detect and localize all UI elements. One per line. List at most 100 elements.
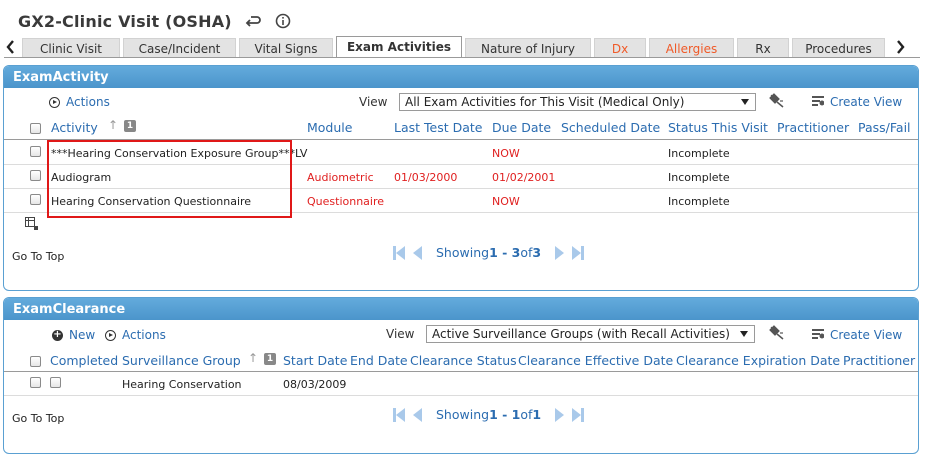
plus-icon: + bbox=[52, 329, 63, 341]
exam-activity-view-value: All Exam Activities for This Visit (Medi… bbox=[405, 95, 685, 109]
exam-activity-actions-button[interactable]: Actions bbox=[49, 93, 110, 111]
col-scheduled-date[interactable]: Scheduled Date bbox=[561, 120, 660, 135]
col-clearance-effective-date[interactable]: Clearance Effective Date bbox=[518, 353, 673, 368]
tab-nature-of-injury[interactable]: Nature of Injury bbox=[465, 38, 591, 58]
exam-activity-actions-label: Actions bbox=[66, 95, 110, 109]
exam-clearance-create-view-button[interactable]: Create View bbox=[812, 326, 902, 344]
row-status: Incomplete bbox=[668, 195, 730, 208]
pager-prefix: Showing bbox=[436, 407, 490, 422]
next-page-icon[interactable] bbox=[555, 407, 565, 422]
exam-activity-pager: Showing 1 - 3 of 3 bbox=[393, 245, 585, 260]
filter-pin-icon[interactable] bbox=[768, 92, 786, 113]
pager-prefix: Showing bbox=[436, 245, 490, 260]
exam-clearance-actions-button[interactable]: Actions bbox=[105, 326, 166, 344]
row-checkbox[interactable] bbox=[30, 377, 41, 388]
col-practitioner[interactable]: Practitioner bbox=[777, 120, 849, 135]
column-chooser-icon[interactable] bbox=[25, 217, 38, 233]
tab-case-incident[interactable]: Case/Incident bbox=[123, 38, 236, 58]
pager-total: 1 bbox=[532, 407, 542, 422]
exam-clearance-view-select[interactable]: Active Surveillance Groups (with Recall … bbox=[426, 325, 755, 343]
row-activity[interactable]: Audiogram bbox=[51, 171, 111, 184]
next-page-icon[interactable] bbox=[555, 245, 565, 260]
row-due-date: 01/02/2001 bbox=[492, 171, 556, 184]
col-practitioner[interactable]: Practitioner bbox=[843, 353, 918, 368]
undo-arrow-icon[interactable] bbox=[244, 12, 262, 30]
row-last-test-date: 01/03/2000 bbox=[394, 171, 458, 184]
tab-procedures[interactable]: Procedures bbox=[792, 38, 885, 58]
tab-vital-signs[interactable]: Vital Signs bbox=[239, 38, 333, 58]
row-due-date: NOW bbox=[492, 195, 520, 208]
go-to-top-link[interactable]: Go To Top bbox=[12, 412, 64, 425]
new-label: New bbox=[69, 328, 96, 342]
row-checkbox[interactable] bbox=[30, 194, 41, 205]
pager-of: of bbox=[520, 245, 533, 260]
create-view-label: Create View bbox=[830, 328, 903, 342]
exam-activity-panel-title: ExamActivity bbox=[4, 66, 918, 88]
row-activity[interactable]: ***Hearing Conservation Exposure Group**… bbox=[51, 147, 307, 160]
tab-dx[interactable]: Dx bbox=[594, 38, 646, 58]
select-all-checkbox[interactable] bbox=[30, 356, 41, 367]
pager-of: of bbox=[520, 407, 533, 422]
filter-pin-icon[interactable] bbox=[768, 324, 786, 345]
tab-allergies[interactable]: Allergies bbox=[649, 38, 734, 58]
row-start-date: 08/03/2009 bbox=[283, 378, 347, 391]
chevron-down-icon bbox=[740, 331, 748, 337]
col-pass-fail[interactable]: Pass/Fail bbox=[858, 120, 916, 135]
pager-range: 1 - 1 bbox=[489, 407, 521, 422]
col-completed[interactable]: Completed bbox=[50, 353, 118, 368]
col-status-this-visit[interactable]: Status This Visit bbox=[668, 120, 768, 135]
last-page-icon[interactable] bbox=[572, 407, 582, 422]
tab-rx[interactable]: Rx bbox=[737, 38, 789, 58]
row-activity[interactable]: Hearing Conservation Questionnaire bbox=[51, 195, 251, 208]
tabs-scroll-right-icon[interactable] bbox=[893, 36, 909, 58]
create-view-icon bbox=[812, 95, 825, 109]
completed-checkbox[interactable] bbox=[50, 377, 61, 388]
tab-clinic-visit[interactable]: Clinic Visit bbox=[22, 38, 120, 58]
sort-up-icon: ↑ bbox=[108, 118, 119, 132]
chevron-down-icon bbox=[741, 99, 749, 105]
col-clearance-expiration-date[interactable]: Clearance Expiration Date bbox=[676, 353, 840, 368]
exam-activity-create-view-button[interactable]: Create View bbox=[812, 93, 902, 111]
col-start-date[interactable]: Start Date bbox=[283, 353, 347, 368]
col-due-date[interactable]: Due Date bbox=[492, 120, 551, 135]
create-view-label: Create View bbox=[830, 95, 903, 109]
prev-page-icon[interactable] bbox=[413, 407, 422, 422]
create-view-icon bbox=[812, 328, 825, 342]
exam-clearance-panel-title: ExamClearance bbox=[4, 298, 918, 320]
row-surveillance-group[interactable]: Hearing Conservation bbox=[122, 378, 242, 391]
tabs-scroll-left-icon[interactable] bbox=[2, 36, 18, 58]
header-divider bbox=[4, 139, 918, 140]
tabs: Clinic Visit Case/Incident Vital Signs Exam… bbox=[22, 36, 885, 58]
go-to-top-link[interactable]: Go To Top bbox=[12, 250, 64, 263]
row-divider bbox=[4, 164, 918, 165]
select-all-checkbox[interactable] bbox=[30, 123, 41, 134]
exam-clearance-pager: Showing 1 - 1 of 1 bbox=[393, 407, 585, 422]
col-clearance-status[interactable]: Clearance Status bbox=[410, 353, 517, 368]
col-surveillance-group[interactable]: Surveillance Group bbox=[122, 353, 241, 368]
exam-activity-view-label: View bbox=[359, 95, 388, 109]
row-divider bbox=[4, 395, 918, 396]
actions-play-icon bbox=[49, 96, 60, 108]
exam-clearance-panel: ExamClearance bbox=[3, 297, 919, 454]
prev-page-icon[interactable] bbox=[413, 245, 422, 260]
exam-clearance-actions-label: Actions bbox=[122, 328, 166, 342]
col-end-date[interactable]: End Date bbox=[350, 353, 408, 368]
row-module: Questionnaire bbox=[307, 195, 385, 208]
tabs-underline bbox=[4, 57, 920, 58]
last-page-icon[interactable] bbox=[572, 245, 582, 260]
col-module[interactable]: Module bbox=[307, 120, 352, 135]
exam-clearance-new-button[interactable]: + New bbox=[52, 326, 95, 344]
row-checkbox[interactable] bbox=[30, 170, 41, 181]
actions-play-icon bbox=[105, 329, 116, 341]
info-icon[interactable] bbox=[274, 12, 292, 30]
row-module: Audiometric bbox=[307, 171, 374, 184]
col-last-test-date[interactable]: Last Test Date bbox=[394, 120, 482, 135]
tab-exam-activities[interactable]: Exam Activities bbox=[336, 36, 462, 58]
exam-activity-view-select[interactable]: All Exam Activities for This Visit (Medi… bbox=[399, 93, 756, 111]
page-header: GX2-Clinic Visit (OSHA) bbox=[18, 10, 292, 32]
row-checkbox[interactable] bbox=[30, 146, 41, 157]
sort-order-badge: 1 bbox=[264, 353, 276, 365]
col-activity[interactable]: Activity bbox=[51, 120, 98, 135]
tab-bar: Clinic Visit Case/Incident Vital Signs Exam… bbox=[0, 36, 925, 58]
pager-total: 3 bbox=[532, 245, 542, 260]
